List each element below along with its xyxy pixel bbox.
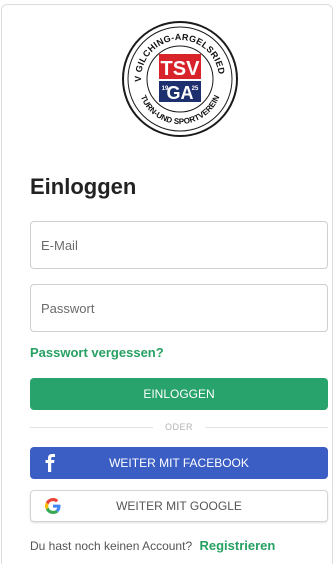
facebook-login-button[interactable]: WEITER MIT FACEBOOK <box>30 447 328 479</box>
login-button-label: EINLOGGEN <box>143 387 215 401</box>
divider-label: ODER <box>165 422 194 432</box>
or-divider: ODER <box>30 420 329 434</box>
register-link[interactable]: Registrieren <box>199 538 275 553</box>
register-prompt: Du hast noch keinen Account? <box>30 539 193 553</box>
divider-line-right <box>205 426 329 428</box>
facebook-icon <box>44 447 56 479</box>
login-button[interactable]: EINLOGGEN <box>30 378 328 410</box>
club-logo: TSV GILCHING-ARGELSRIED e.V. TURN-UND SP… <box>107 14 252 144</box>
google-button-label: WEITER MIT GOOGLE <box>116 499 242 513</box>
logo-year-right: 25 <box>191 86 198 92</box>
logo-monogram-bottom: GA <box>166 83 193 103</box>
email-field[interactable] <box>30 221 328 269</box>
page-title: Einloggen <box>30 174 137 199</box>
divider-line-left <box>30 426 153 428</box>
forgot-password-link[interactable]: Passwort vergessen? <box>30 345 164 360</box>
register-row: Du hast noch keinen Account? Registriere… <box>30 538 275 553</box>
facebook-button-label: WEITER MIT FACEBOOK <box>109 456 249 470</box>
logo-monogram-top: TSV <box>160 58 200 80</box>
logo-year-left: 19 <box>161 86 168 92</box>
google-login-button[interactable]: WEITER MIT GOOGLE <box>30 490 328 522</box>
google-icon <box>45 491 61 521</box>
club-logo-emblem: TSV GILCHING-ARGELSRIED e.V. TURN-UND SP… <box>121 20 238 137</box>
password-field[interactable] <box>30 284 328 332</box>
